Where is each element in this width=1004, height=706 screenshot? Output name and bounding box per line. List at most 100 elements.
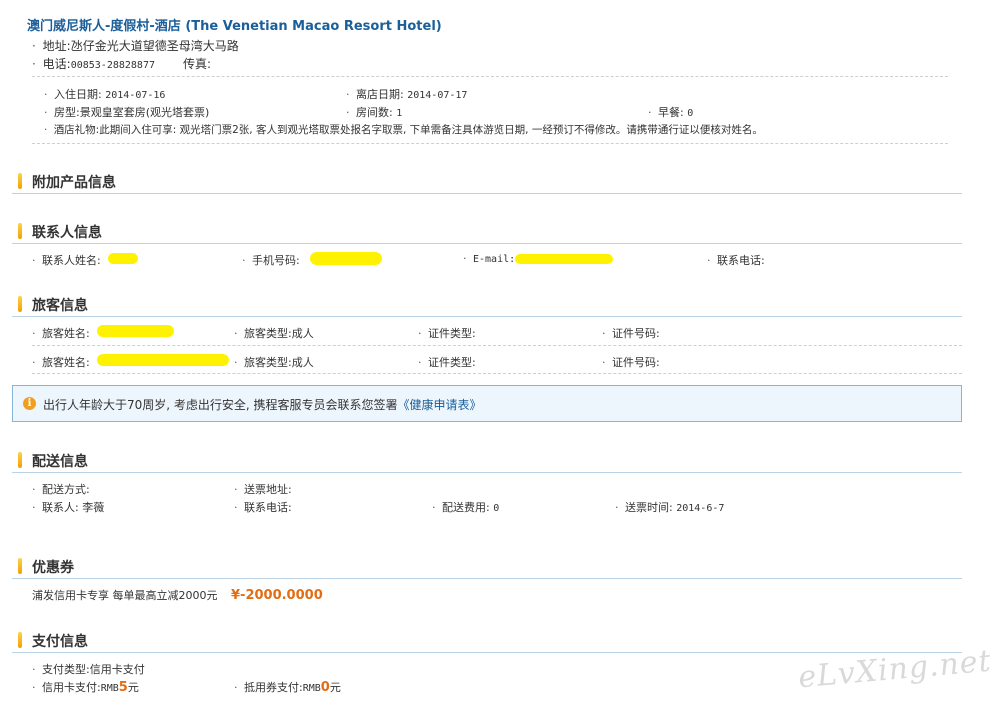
voucher-amount: 0 [320,680,330,695]
contact-name-row: 联系人姓名: [32,252,101,268]
notice-message: 出行人年龄大于70周岁, 考虑出行安全, 携程客服专员会联系您签署 [43,398,398,412]
hotel-fax-label: 传真: [183,57,212,71]
delivery-address-row: 送票地址: [234,481,292,497]
traveler-type-label: 旅客类型: [244,356,292,369]
delivery-fee-label: 配送费用: [442,501,490,514]
delivery-address-label: 送票地址: [244,483,292,496]
section-title-addon: 附加产品信息 [32,175,116,191]
section-marker [18,558,22,574]
divider [32,373,962,374]
contact-name-label: 联系人姓名: [42,254,101,267]
card-unit: 元 [127,681,139,694]
delivery-method-row: 配送方式: [32,481,90,497]
voucher-payment-row: 抵用券支付:RMB0元 [234,679,341,695]
section-marker [18,296,22,312]
room-type-row: 房型:景观皇室套房(观光塔套票) [44,104,209,120]
breakfast-label: 早餐: [658,106,684,119]
section-marker [18,632,22,648]
voucher-payment-label: 抵用券支付: [244,681,303,694]
hotel-address-row: 地址:氹仔金光大道望德圣母湾大马路 [32,37,239,54]
delivery-contact: 李薇 [82,501,105,514]
traveler-name-label: 旅客姓名: [42,356,90,369]
traveler-idno-row: 证件号码: [602,354,660,370]
coupon-amount: ¥-2000.0000 [231,588,323,603]
delivery-time: 2014-6-7 [676,503,725,514]
traveler-name-row: 旅客姓名: [32,354,90,370]
rooms-count: 1 [396,108,403,119]
checkin-date: 2014-07-16 [105,90,166,101]
gift-row: 酒店礼物:此期间入住可享: 观光塔门票2张, 客人到观光塔取票处报名字取票, 下… [44,122,763,137]
redaction-highlight [97,325,174,337]
card-amount: 5 [118,680,128,695]
section-title-coupon: 优惠券 [32,560,74,576]
gift-text: 此期间入住可享: 观光塔门票2张, 客人到观光塔取票处报名字取票, 下单需备注具… [99,124,763,136]
traveler-name-label: 旅客姓名: [42,327,90,340]
section-rule [12,243,962,244]
section-title-payment: 支付信息 [32,634,88,650]
rooms-label: 房间数: [356,106,393,119]
checkin-label: 入住日期: [54,88,102,101]
coupon-desc: 浦发信用卡专享 每单最高立减2000元 [32,589,218,602]
traveler-idno-label: 证件号码: [612,356,660,369]
traveler-type: 成人 [291,327,314,340]
info-icon: i [23,397,36,410]
checkin-row: 入住日期: 2014-07-16 [44,86,165,102]
divider [32,345,962,346]
breakfast-count: 0 [687,108,694,119]
traveler-idtype-row: 证件类型: [418,354,476,370]
delivery-contact-label: 联系人: [42,501,79,514]
traveler-idno-label: 证件号码: [612,327,660,340]
section-marker [18,223,22,239]
section-rule [12,316,962,317]
hotel-address-label: 地址: [42,39,71,53]
health-form-link[interactable]: 《健康申请表》 [398,398,482,412]
health-notice-text: 出行人年龄大于70周岁, 考虑出行安全, 携程客服专员会联系您签署《健康申请表》 [43,396,482,413]
section-title-contact: 联系人信息 [32,225,102,241]
hotel-title: 澳门威尼斯人-度假村-酒店 (The Venetian Macao Resort… [27,19,442,34]
delivery-tel-row: 联系电话: [234,499,292,515]
delivery-time-label: 送票时间: [625,501,673,514]
contact-mobile-label: 手机号码: [252,254,300,267]
traveler-idtype-label: 证件类型: [428,356,476,369]
redaction-highlight [515,254,613,264]
delivery-fee: 0 [493,503,500,514]
payment-type-label: 支付类型: [42,663,90,676]
traveler-idno-row: 证件号码: [602,325,660,341]
checkout-label: 离店日期: [356,88,404,101]
voucher-currency: RMB [302,683,321,694]
contact-email-row: E-mail: [463,252,515,265]
traveler-type-row: 旅客类型:成人 [234,325,314,341]
redaction-highlight [108,253,138,264]
breakfast-row: 早餐: 0 [648,104,693,120]
traveler-name-row: 旅客姓名: [32,325,90,341]
contact-mobile-row: 手机号码: [242,252,300,268]
hotel-phone: 00853-28828877 [70,60,155,71]
contact-tel-label: 联系电话: [717,254,765,267]
hotel-phone-row: 电话:00853-28828877 [32,55,155,72]
delivery-tel-label: 联系电话: [244,501,292,514]
coupon-row: 浦发信用卡专享 每单最高立减2000元 ¥-2000.0000 [32,587,323,603]
section-rule [12,472,962,473]
section-marker [18,452,22,468]
section-rule [12,193,962,194]
gift-label: 酒店礼物: [53,124,100,136]
delivery-contact-row: 联系人: 李薇 [32,499,104,515]
hotel-fax-row: 传真: [183,55,211,72]
contact-email-label: E-mail: [473,254,516,265]
contact-tel-row: 联系电话: [707,252,765,268]
section-rule [12,652,962,653]
room-type: 景观皇室套房(观光塔套票) [79,106,210,119]
health-notice: i 出行人年龄大于70周岁, 考虑出行安全, 携程客服专员会联系您签署《健康申请… [12,385,962,422]
traveler-idtype-row: 证件类型: [418,325,476,341]
voucher-unit: 元 [329,681,341,694]
delivery-time-row: 送票时间: 2014-6-7 [615,499,724,515]
card-payment-label: 信用卡支付: [42,681,101,694]
delivery-method-label: 配送方式: [42,483,90,496]
divider [32,76,948,77]
payment-type-row: 支付类型:信用卡支付 [32,661,145,677]
divider [32,143,948,144]
checkout-row: 离店日期: 2014-07-17 [346,86,467,102]
section-marker [18,173,22,189]
redaction-highlight [310,252,382,265]
hotel-address: 氹仔金光大道望德圣母湾大马路 [70,39,239,53]
